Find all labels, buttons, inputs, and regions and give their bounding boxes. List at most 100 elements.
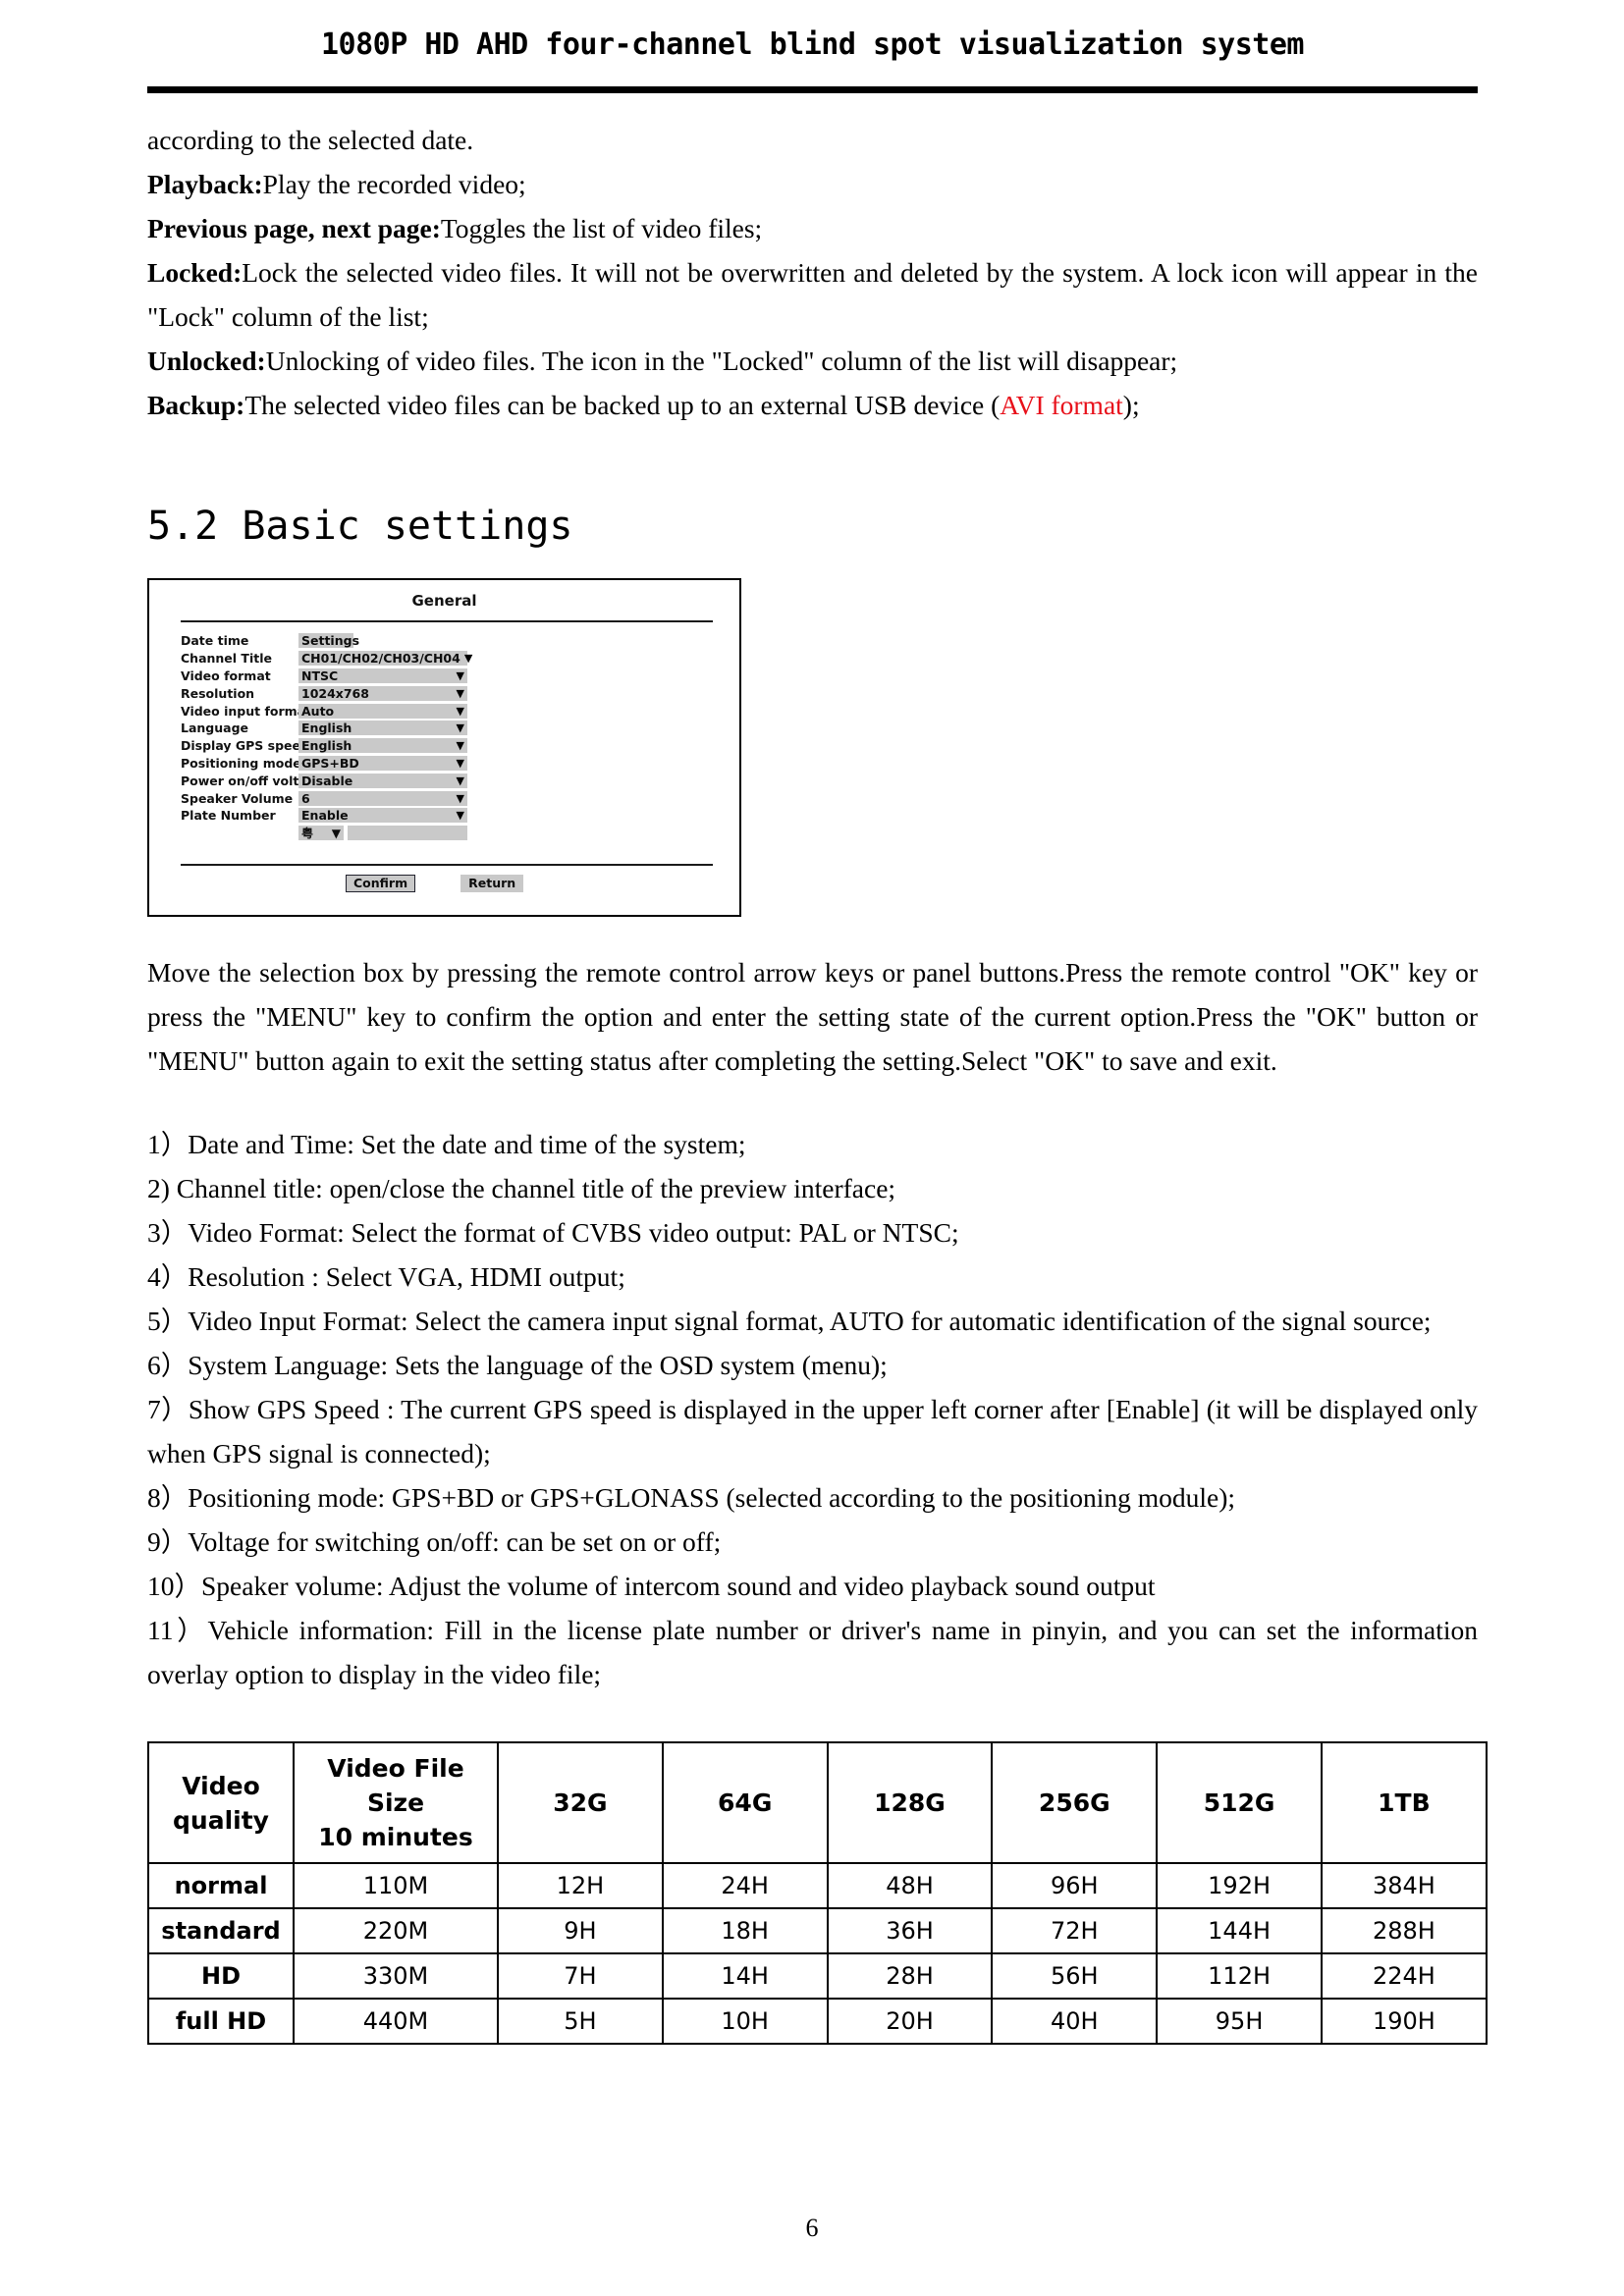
table-row: normal 110M 12H 24H 48H 96H 192H 384H xyxy=(147,1862,1488,1909)
osd-plate-prefix-select[interactable]: 粤 ▼ xyxy=(298,826,344,841)
osd-panel-title: General xyxy=(411,592,477,610)
osd-label: Video format xyxy=(181,667,271,683)
cell-capacity: 20H xyxy=(826,1998,994,2045)
chevron-down-icon[interactable]: ▼ xyxy=(457,704,464,719)
chevron-down-icon[interactable]: ▼ xyxy=(457,668,464,683)
header-rule xyxy=(147,86,1478,93)
osd-field-value: NTSC xyxy=(301,667,339,683)
osd-divider-top xyxy=(181,620,713,622)
osd-row-display-gps-speed: Display GPS speed English ▼ xyxy=(181,737,713,755)
osd-row-resolution: Resolution 1024x768 ▼ xyxy=(181,684,713,702)
column-header-32g: 32G xyxy=(497,1741,664,1864)
cell-capacity: 14H xyxy=(661,1952,829,2000)
header-line-2: quality xyxy=(173,1805,269,1835)
cell-capacity: 192H xyxy=(1156,1862,1323,1909)
table-row: full HD 440M 5H 10H 20H 40H 95H 190H xyxy=(147,1998,1488,2045)
cell-capacity: 40H xyxy=(991,1998,1159,2045)
osd-row-power-voltage: Power on/off voltage Disable ▼ xyxy=(181,772,713,789)
osd-field-video-input-format[interactable]: Auto ▼ xyxy=(298,703,467,719)
list-item: 8）Positioning mode: GPS+BD or GPS+GLONAS… xyxy=(147,1482,1236,1513)
document-page: 1080P HD AHD four-channel blind spot vis… xyxy=(0,0,1624,2296)
osd-label: Positioning mode xyxy=(181,755,301,771)
definition-text: Lock the selected video files. It will n… xyxy=(147,257,1478,332)
osd-label: Display GPS speed xyxy=(181,738,309,754)
cell-file-size: 220M xyxy=(293,1907,499,1954)
osd-field-positioning-mode[interactable]: GPS+BD ▼ xyxy=(298,755,467,771)
osd-label: Video input format xyxy=(181,703,312,719)
return-button[interactable]: Return xyxy=(460,875,524,892)
osd-field-video-format[interactable]: NTSC ▼ xyxy=(298,667,467,683)
chevron-down-icon[interactable]: ▼ xyxy=(464,651,472,666)
osd-field-date-time[interactable]: Settings xyxy=(298,633,359,649)
operation-instructions-paragraph: Move the selection box by pressing the r… xyxy=(147,957,1478,1076)
cell-capacity: 7H xyxy=(497,1952,664,2000)
cell-capacity: 28H xyxy=(826,1952,994,2000)
row-label-normal: normal xyxy=(147,1862,295,1909)
definition-backup: Backup:The selected video files can be b… xyxy=(147,383,1478,427)
osd-field-language[interactable]: English ▼ xyxy=(298,721,467,736)
cell-capacity: 5H xyxy=(497,1998,664,2045)
osd-plate-prefix-value: 粤 xyxy=(301,827,314,841)
avi-format-highlight: AVI format xyxy=(1000,390,1123,420)
osd-field-value: 1024x768 xyxy=(301,685,369,701)
osd-field-speaker-volume[interactable]: 6 ▼ xyxy=(298,790,467,806)
osd-field-plate-number[interactable]: Enable ▼ xyxy=(298,808,467,824)
osd-row-video-input-format: Video input format Auto ▼ xyxy=(181,702,713,720)
definition-term: Previous page, next page: xyxy=(147,213,441,243)
chevron-down-icon[interactable]: ▼ xyxy=(457,756,464,771)
osd-field-value: GPS+BD xyxy=(301,755,359,771)
osd-field-display-gps-speed[interactable]: English ▼ xyxy=(298,738,467,754)
osd-settings-list: Date time Settings Channel Title CH01/CH… xyxy=(181,632,713,842)
osd-field-value: English xyxy=(301,738,352,754)
column-header-512g: 512G xyxy=(1156,1741,1323,1864)
osd-label: Speaker Volume xyxy=(181,790,294,806)
list-item: 2) Channel title: open/close the channel… xyxy=(147,1173,896,1203)
chevron-down-icon[interactable]: ▼ xyxy=(457,774,464,788)
cell-capacity: 56H xyxy=(991,1952,1159,2000)
definition-playback: Playback:Play the recorded video; xyxy=(147,162,1478,206)
osd-field-power-voltage[interactable]: Disable ▼ xyxy=(298,773,467,788)
cell-file-size: 440M xyxy=(293,1998,499,2045)
osd-row-speaker-volume: Speaker Volume 6 ▼ xyxy=(181,789,713,807)
definition-text-tail: ); xyxy=(1122,390,1140,420)
osd-field-value: CH01/CH02/CH03/CH04 xyxy=(301,651,460,667)
chevron-down-icon[interactable]: ▼ xyxy=(457,808,464,823)
page-number: 6 xyxy=(805,2214,819,2242)
column-header-64g: 64G xyxy=(661,1741,829,1864)
video-capacity-table: Video quality Video File Size 10 minutes… xyxy=(147,1741,1488,2045)
osd-plate-number-input[interactable] xyxy=(348,826,467,841)
list-item: 3）Video Format: Select the format of CVB… xyxy=(147,1217,959,1248)
osd-field-value: Disable xyxy=(301,773,353,788)
osd-row-language: Language English ▼ xyxy=(181,720,713,737)
osd-field-value: English xyxy=(301,721,352,736)
definition-term: Playback: xyxy=(147,169,263,199)
row-label-hd: HD xyxy=(147,1952,295,2000)
osd-field-resolution[interactable]: 1024x768 ▼ xyxy=(298,685,467,701)
cell-capacity: 72H xyxy=(991,1907,1159,1954)
chevron-down-icon[interactable]: ▼ xyxy=(332,827,341,840)
cell-file-size: 330M xyxy=(293,1952,499,2000)
cell-capacity: 36H xyxy=(826,1907,994,1954)
chevron-down-icon[interactable]: ▼ xyxy=(457,738,464,753)
cell-capacity: 384H xyxy=(1320,1862,1488,1909)
document-title: 1080P HD AHD four-channel blind spot vis… xyxy=(320,27,1305,62)
list-item: 10）Speaker volume: Adjust the volume of … xyxy=(147,1571,1156,1601)
list-item: 11）Vehicle information: Fill in the lice… xyxy=(147,1615,1478,1689)
row-label-full-hd: full HD xyxy=(147,1998,295,2045)
osd-field-channel-title[interactable]: CH01/CH02/CH03/CH04 ▼ xyxy=(298,651,472,667)
cell-capacity: 144H xyxy=(1156,1907,1323,1954)
definition-term: Backup: xyxy=(147,390,245,420)
chevron-down-icon[interactable]: ▼ xyxy=(457,791,464,806)
osd-label: Channel Title xyxy=(181,651,272,667)
chevron-down-icon[interactable]: ▼ xyxy=(457,721,464,735)
table-row: HD 330M 7H 14H 28H 56H 112H 224H xyxy=(147,1952,1488,2000)
intro-continuation-line: according to the selected date. xyxy=(147,118,1478,162)
osd-label: Date time xyxy=(181,633,249,649)
osd-row-channel-title: Channel Title CH01/CH02/CH03/CH04 ▼ xyxy=(181,650,713,667)
confirm-button[interactable]: Confirm xyxy=(346,875,416,892)
list-item: 1）Date and Time: Set the date and time o… xyxy=(147,1129,746,1159)
osd-field-value: 6 xyxy=(301,790,310,806)
chevron-down-icon[interactable]: ▼ xyxy=(457,686,464,701)
definition-text: The selected video files can be backed u… xyxy=(244,390,1001,420)
cell-file-size: 110M xyxy=(293,1862,499,1909)
